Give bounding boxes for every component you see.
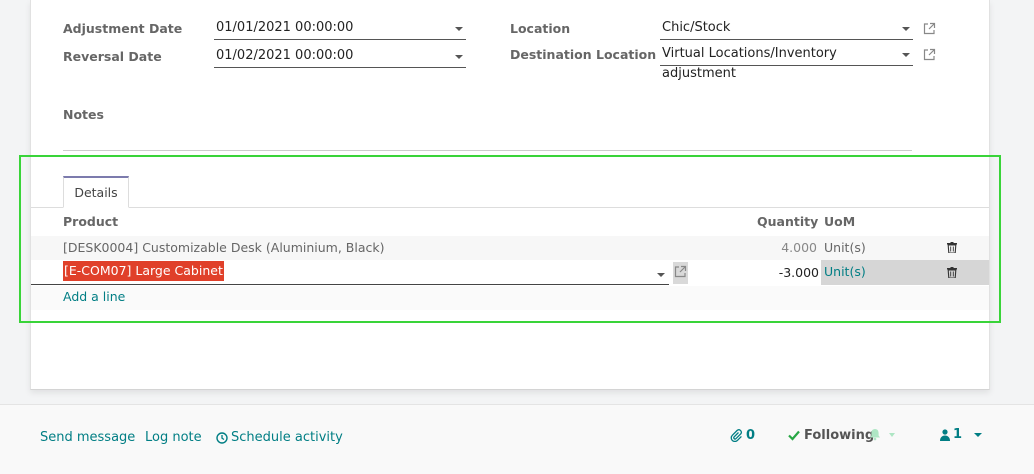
log-note-button[interactable]: Log note — [145, 430, 202, 445]
schedule-activity-label: Schedule activity — [231, 430, 343, 445]
following-button[interactable]: Following — [788, 428, 874, 443]
form-sheet: Adjustment Date 01/01/2021 00:00:00 Reve… — [30, 0, 990, 390]
adjustment-date-field[interactable]: 01/01/2021 00:00:00 — [214, 18, 466, 40]
tab-details[interactable]: Details — [63, 176, 129, 208]
location-label: Location — [510, 21, 571, 36]
user-icon — [940, 428, 950, 441]
scrollbar[interactable] — [1024, 0, 1034, 404]
chevron-down-icon — [974, 432, 983, 437]
quantity-input[interactable]: -3.000 — [689, 260, 821, 288]
row-uom: Unit(s) — [824, 240, 866, 255]
notification-dropdown[interactable] — [869, 428, 895, 441]
add-line-row: Add a line — [31, 286, 989, 310]
paperclip-icon — [730, 429, 742, 442]
location-field[interactable]: Chic/Stock — [660, 18, 913, 40]
trash-icon[interactable] — [947, 242, 957, 253]
product-input[interactable]: [E-COM07] Large Cabinet — [31, 260, 669, 285]
tab-bar-divider — [31, 207, 989, 208]
trash-icon[interactable] — [947, 267, 957, 278]
column-header-uom[interactable]: UoM — [824, 214, 855, 229]
chevron-down-icon — [455, 27, 463, 31]
external-link-button[interactable] — [673, 262, 688, 284]
followers-count: 1 — [953, 427, 963, 442]
product-input-value: [E-COM07] Large Cabinet — [63, 261, 224, 281]
attachments-count: 0 — [746, 428, 756, 443]
check-icon — [788, 430, 800, 441]
notes-field[interactable] — [63, 150, 912, 151]
chevron-down-icon — [889, 432, 895, 437]
adjustment-date-label: Adjustment Date — [63, 21, 183, 36]
reversal-date-value: 01/02/2021 00:00:00 — [216, 48, 354, 63]
uom-cell[interactable]: Unit(s) — [821, 260, 989, 285]
attachments-button[interactable]: 0 — [730, 428, 755, 443]
row-quantity: 4.000 — [781, 240, 817, 255]
schedule-activity-button[interactable]: Schedule activity — [216, 430, 343, 445]
destination-location-label: Destination Location — [510, 47, 657, 62]
external-link-icon[interactable] — [923, 48, 936, 61]
column-header-product[interactable]: Product — [63, 214, 118, 229]
add-a-line-link[interactable]: Add a line — [63, 287, 125, 307]
adjustment-date-value: 01/01/2021 00:00:00 — [216, 20, 354, 35]
reversal-date-field[interactable]: 01/02/2021 00:00:00 — [214, 46, 466, 68]
chevron-down-icon[interactable] — [657, 273, 665, 277]
chevron-down-icon — [902, 53, 910, 57]
external-link-icon — [674, 265, 687, 278]
notes-label: Notes — [63, 107, 104, 122]
clock-icon — [216, 431, 228, 444]
row-product: [DESK0004] Customizable Desk (Aluminium,… — [63, 240, 385, 255]
uom-value: Unit(s) — [824, 264, 866, 279]
table-row[interactable]: [DESK0004] Customizable Desk (Aluminium,… — [31, 236, 989, 260]
location-value: Chic/Stock — [662, 20, 731, 35]
destination-location-field[interactable]: Virtual Locations/Inventory adjustment — [660, 44, 913, 81]
chevron-down-icon — [902, 27, 910, 31]
table-row-editing[interactable]: [E-COM07] Large Cabinet -3.000 Unit(s) — [31, 260, 989, 288]
destination-location-value: Virtual Locations/Inventory adjustment — [662, 46, 837, 81]
following-label: Following — [804, 428, 875, 443]
external-link-icon[interactable] — [923, 22, 936, 35]
bell-icon — [870, 429, 880, 441]
reversal-date-label: Reversal Date — [63, 49, 162, 64]
send-message-button[interactable]: Send message — [40, 430, 135, 445]
quantity-input-value: -3.000 — [778, 265, 819, 280]
chevron-down-icon — [455, 55, 463, 59]
column-header-quantity[interactable]: Quantity — [757, 214, 818, 229]
followers-button[interactable]: 1 — [940, 427, 983, 442]
